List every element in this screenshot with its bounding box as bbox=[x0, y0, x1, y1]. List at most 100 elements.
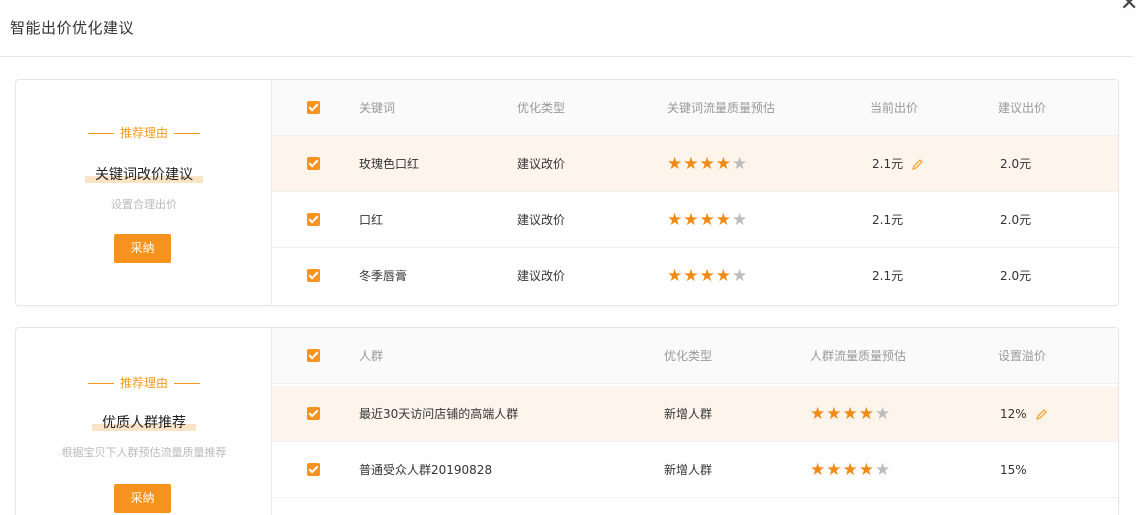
premium-cell: 15% bbox=[1000, 463, 1027, 477]
type-cell: 新增人群 bbox=[664, 463, 713, 477]
star-icon: ★ bbox=[732, 266, 749, 286]
star-icon: ★ bbox=[715, 154, 732, 174]
star-icon: ★ bbox=[667, 154, 684, 174]
suggested-bid-cell: 2.0元 bbox=[1000, 269, 1032, 283]
star-icon: ★ bbox=[842, 460, 859, 480]
quality-stars: ★★★★★ bbox=[667, 136, 748, 192]
col-current-bid: 当前出价 bbox=[870, 101, 919, 115]
col-premium: 设置溢价 bbox=[998, 349, 1047, 363]
section-name-text: 优质人群推荐 bbox=[92, 415, 196, 431]
section-name-text: 关键词改价建议 bbox=[85, 167, 203, 183]
keyword-suggestion-card: 推荐理由 关键词改价建议 设置合理出价 采纳 关键词 优化类型 关键词流量质量预… bbox=[15, 79, 1119, 306]
col-quality: 人群流量质量预估 bbox=[810, 349, 907, 363]
star-icon: ★ bbox=[683, 266, 700, 286]
keyword-cell: 口红 bbox=[359, 213, 384, 227]
table-header: 关键词 优化类型 关键词流量质量预估 当前出价 建议出价 bbox=[272, 80, 1118, 136]
section-name: 关键词改价建议 bbox=[16, 164, 272, 184]
type-cell: 建议改价 bbox=[517, 269, 566, 283]
col-crowd: 人群 bbox=[359, 349, 384, 363]
section-description: 设置合理出价 bbox=[111, 198, 177, 211]
star-icon: ★ bbox=[699, 266, 716, 286]
table-row: 最近30天访问店铺的高端人群 新增人群 ★★★★★ 12% bbox=[272, 386, 1118, 442]
star-icon: ★ bbox=[699, 154, 716, 174]
quality-stars: ★★★★★ bbox=[810, 386, 891, 442]
row-checkbox[interactable] bbox=[307, 213, 320, 226]
pencil-icon[interactable] bbox=[1035, 408, 1048, 421]
row-checkbox[interactable] bbox=[307, 463, 320, 476]
reason-label: 推荐理由 bbox=[119, 376, 168, 390]
star-icon: ★ bbox=[875, 460, 892, 480]
select-all-checkbox[interactable] bbox=[307, 101, 320, 114]
close-icon[interactable]: ✕ bbox=[1120, 0, 1137, 15]
reason-label: 推荐理由 bbox=[119, 126, 168, 140]
table-row: 冬季唇膏 建议改价 ★★★★★ 2.1元 2.0元 bbox=[272, 248, 1118, 304]
col-type: 优化类型 bbox=[664, 349, 713, 363]
star-icon: ★ bbox=[826, 404, 843, 424]
crowd-table: 人群 优化类型 人群流量质量预估 设置溢价 最近30天访问店铺的高端人群 新增人… bbox=[272, 328, 1118, 515]
crowd-recommendation-card: 推荐理由 优质人群推荐 根据宝贝下人群预估流量质量推荐 采纳 人群 优化类型 人… bbox=[15, 327, 1119, 515]
crowd-cell: 最近30天访问店铺的高端人群 bbox=[359, 407, 519, 421]
current-bid-cell: 2.1元 bbox=[872, 136, 924, 192]
col-suggested-bid: 建议出价 bbox=[998, 101, 1047, 115]
adopt-button[interactable]: 采纳 bbox=[114, 484, 171, 513]
title-divider bbox=[0, 56, 1133, 57]
reason-line-right bbox=[174, 133, 200, 134]
star-icon: ★ bbox=[826, 460, 843, 480]
star-icon: ★ bbox=[699, 210, 716, 230]
section-description: 根据宝贝下人群预估流量质量推荐 bbox=[61, 446, 227, 459]
section-name: 优质人群推荐 bbox=[16, 412, 272, 432]
row-checkbox[interactable] bbox=[307, 407, 320, 420]
adopt-button[interactable]: 采纳 bbox=[114, 234, 171, 263]
star-icon: ★ bbox=[683, 154, 700, 174]
star-icon: ★ bbox=[715, 210, 732, 230]
suggested-bid-cell: 2.0元 bbox=[1000, 213, 1032, 227]
reason-line-left bbox=[87, 383, 114, 384]
quality-stars: ★★★★★ bbox=[810, 442, 891, 498]
current-bid-cell: 2.1元 bbox=[872, 269, 904, 283]
current-bid-cell: 2.1元 bbox=[872, 213, 904, 227]
quality-stars: ★★★★★ bbox=[667, 248, 748, 304]
pencil-icon[interactable] bbox=[911, 158, 924, 171]
star-icon: ★ bbox=[810, 404, 827, 424]
quality-stars: ★★★★★ bbox=[667, 192, 748, 248]
star-icon: ★ bbox=[732, 154, 749, 174]
col-quality: 关键词流量质量预估 bbox=[667, 101, 776, 115]
table-row: 口红 建议改价 ★★★★★ 2.1元 2.0元 bbox=[272, 192, 1118, 248]
reason-line-right bbox=[174, 383, 200, 384]
star-icon: ★ bbox=[858, 460, 875, 480]
keyword-cell: 冬季唇膏 bbox=[359, 269, 408, 283]
reason-heading: 推荐理由 bbox=[16, 124, 272, 141]
type-cell: 新增人群 bbox=[664, 407, 713, 421]
star-icon: ★ bbox=[858, 404, 875, 424]
type-cell: 建议改价 bbox=[517, 157, 566, 171]
row-checkbox[interactable] bbox=[307, 269, 320, 282]
select-all-checkbox[interactable] bbox=[307, 349, 320, 362]
star-icon: ★ bbox=[842, 404, 859, 424]
suggested-bid-cell: 2.0元 bbox=[1000, 157, 1032, 171]
crowd-reason-panel: 推荐理由 优质人群推荐 根据宝贝下人群预估流量质量推荐 采纳 bbox=[16, 328, 272, 515]
table-header: 人群 优化类型 人群流量质量预估 设置溢价 bbox=[272, 328, 1118, 384]
star-icon: ★ bbox=[667, 266, 684, 286]
star-icon: ★ bbox=[875, 404, 892, 424]
table-row: 玫瑰色口红 建议改价 ★★★★★ 2.1元 2.0元 bbox=[272, 136, 1118, 192]
reason-line-left bbox=[87, 133, 114, 134]
type-cell: 建议改价 bbox=[517, 213, 566, 227]
premium-cell: 12% bbox=[1000, 386, 1048, 442]
star-icon: ★ bbox=[732, 210, 749, 230]
current-bid-value: 2.1元 bbox=[872, 157, 904, 171]
crowd-cell: 普通受众人群20190828 bbox=[359, 463, 493, 477]
table-row: 普通受众人群20190828 新增人群 ★★★★★ 15% bbox=[272, 442, 1118, 498]
dialog-title: 智能出价优化建议 bbox=[10, 19, 135, 37]
star-icon: ★ bbox=[667, 210, 684, 230]
star-icon: ★ bbox=[715, 266, 732, 286]
keyword-table: 关键词 优化类型 关键词流量质量预估 当前出价 建议出价 玫瑰色口红 建议改价 … bbox=[272, 80, 1118, 305]
star-icon: ★ bbox=[810, 460, 827, 480]
star-icon: ★ bbox=[683, 210, 700, 230]
col-type: 优化类型 bbox=[517, 101, 566, 115]
row-checkbox[interactable] bbox=[307, 157, 320, 170]
premium-value: 12% bbox=[1000, 407, 1027, 421]
col-keyword: 关键词 bbox=[359, 101, 396, 115]
keyword-cell: 玫瑰色口红 bbox=[359, 157, 420, 171]
keyword-reason-panel: 推荐理由 关键词改价建议 设置合理出价 采纳 bbox=[16, 80, 272, 305]
reason-heading: 推荐理由 bbox=[16, 374, 272, 391]
